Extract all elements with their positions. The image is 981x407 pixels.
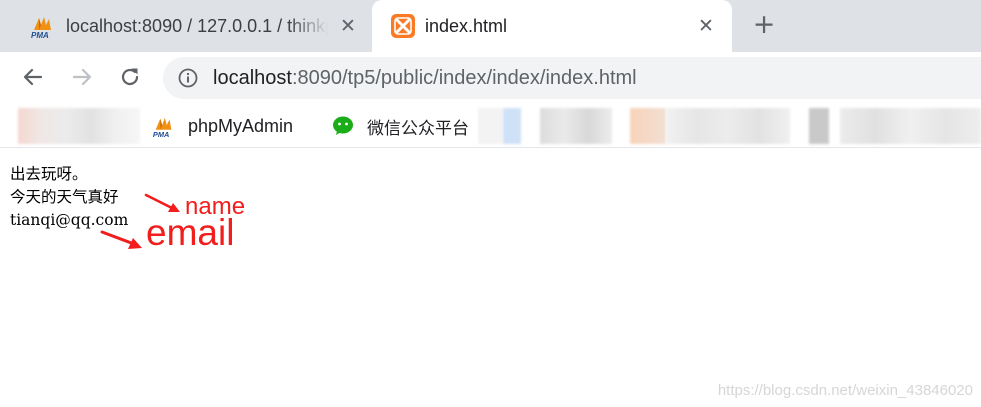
blurred-bookmark	[630, 108, 666, 144]
bookmark-phpmyadmin[interactable]: PMA phpMyAdmin	[152, 110, 293, 142]
blurred-bookmark	[478, 108, 503, 144]
blurred-bookmark	[840, 108, 981, 144]
watermark: https://blog.csdn.net/weixin_43846020	[717, 382, 973, 399]
text-line-1: 出去玩呀。	[10, 165, 88, 183]
page-content: 出去玩呀。 今天的天气真好 tianqi@qq.com name email h…	[0, 148, 981, 407]
url-host: localhost	[213, 67, 292, 89]
wechat-icon	[331, 114, 355, 138]
close-icon[interactable]: ✕	[337, 15, 359, 37]
phpmyadmin-icon: PMA	[152, 114, 176, 139]
blurred-bookmark	[503, 108, 521, 144]
text-line-email: tianqi@qq.com	[10, 211, 129, 229]
back-arrow-icon[interactable]	[20, 64, 46, 90]
bookmark-label: phpMyAdmin	[188, 115, 294, 136]
annotation-arrow-email	[100, 230, 142, 249]
toolbar: localhost:8090/tp5/public/index/index/in…	[0, 52, 981, 104]
bookmarks-bar: PMA phpMyAdmin 微信公众平台	[0, 104, 981, 148]
new-tab-button[interactable]: +	[750, 11, 778, 39]
blurred-bookmark	[18, 108, 140, 144]
annotation-label-email: email	[146, 212, 235, 253]
blurred-bookmark	[540, 108, 612, 144]
close-icon[interactable]: ✕	[695, 15, 717, 37]
text-line-name: 今天的天气真好	[10, 188, 119, 206]
tab-title: localhost:8090 / 127.0.0.1 / thinkphp	[66, 16, 328, 36]
url-path: :8090/tp5/public/index/index/index.html	[291, 67, 637, 89]
xampp-icon	[390, 13, 416, 39]
bookmark-wechat[interactable]: 微信公众平台	[331, 110, 469, 142]
tab-phpmyadmin[interactable]: PMA localhost:8090 / 127.0.0.1 / thinkph…	[0, 0, 372, 52]
tab-title: index.html	[425, 16, 508, 36]
blurred-bookmark	[666, 108, 790, 144]
tab-strip: PMA localhost:8090 / 127.0.0.1 / thinkph…	[0, 0, 981, 52]
url-text[interactable]: localhost:8090/tp5/public/index/index/in…	[213, 65, 637, 91]
info-icon[interactable]	[177, 67, 199, 89]
tab-index-html[interactable]: index.html ✕	[372, 0, 732, 52]
svg-text:PMA: PMA	[31, 31, 49, 39]
forward-arrow-icon[interactable]	[69, 64, 95, 90]
blurred-bookmark	[809, 108, 829, 144]
bookmark-label: 微信公众平台	[367, 118, 469, 139]
phpmyadmin-icon: PMA	[30, 13, 56, 40]
address-bar[interactable]: localhost:8090/tp5/public/index/index/in…	[163, 57, 981, 99]
reload-icon[interactable]	[117, 64, 143, 90]
svg-text:PMA: PMA	[153, 130, 169, 138]
